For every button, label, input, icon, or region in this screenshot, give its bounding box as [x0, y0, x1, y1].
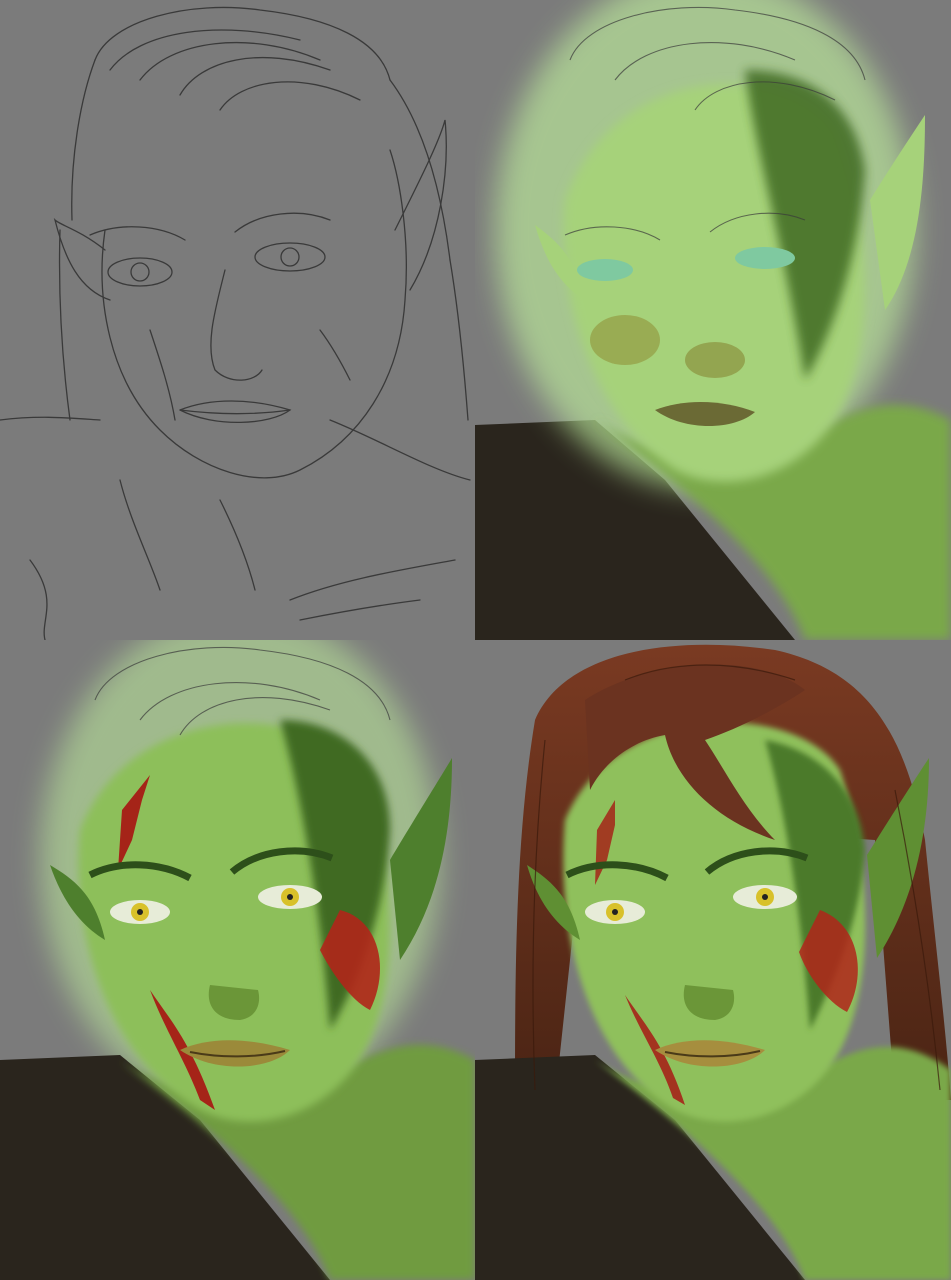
process-collage [0, 0, 951, 1280]
panel-final [475, 640, 951, 1280]
sketch-drawing [0, 0, 475, 640]
panel-shading [0, 640, 475, 1280]
panel-flat-colors [475, 0, 951, 640]
panel-sketch [0, 0, 475, 640]
flat-colors-painting [475, 0, 951, 640]
shading-painting [0, 640, 475, 1280]
final-painting [475, 640, 951, 1280]
